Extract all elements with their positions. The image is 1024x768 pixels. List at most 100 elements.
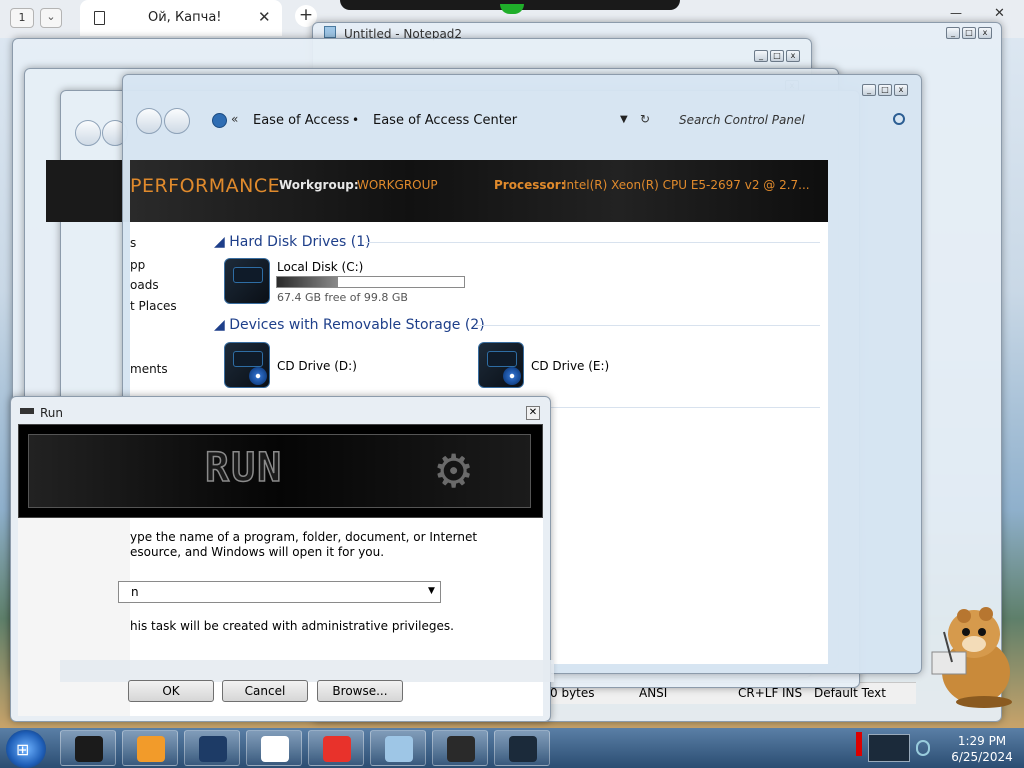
gear-icon: ⚙	[433, 444, 475, 498]
computer-icon	[509, 736, 537, 762]
minimize-button[interactable]: _	[754, 50, 768, 62]
nav-item[interactable]: s	[130, 236, 136, 250]
run-title: Run	[40, 406, 64, 420]
taskbar-item-media[interactable]	[122, 730, 178, 766]
taskbar-item-notepad2[interactable]	[370, 730, 426, 766]
drive-c-name[interactable]: Local Disk (C:)	[277, 260, 363, 274]
yandex-browser-icon	[261, 736, 289, 762]
notepad2-icon	[385, 736, 413, 762]
app-tray-icon[interactable]	[916, 740, 930, 756]
ok-button[interactable]: OK	[128, 680, 214, 702]
breadcrumb-ease-of-access[interactable]: Ease of Access	[253, 113, 349, 128]
tab-close-icon[interactable]: ✕	[258, 8, 271, 26]
notepad-caption-buttons: _ □ x	[946, 27, 992, 39]
group-divider	[365, 242, 820, 243]
refresh-icon[interactable]: ↻	[640, 112, 650, 126]
cancel-button[interactable]: Cancel	[222, 680, 308, 702]
run-icon	[447, 736, 475, 762]
breadcrumb-overflow-icon[interactable]: «	[231, 112, 238, 126]
network-tray-icon[interactable]	[868, 734, 910, 762]
edition-label: PERFORMANCE	[130, 175, 281, 197]
group-title: Devices with Removable Storage (2)	[229, 317, 485, 333]
status-eol: CR+LF	[738, 686, 779, 700]
status-size: 0 bytes	[550, 686, 595, 700]
run-open-combobox[interactable]	[118, 581, 441, 603]
run-open-value[interactable]: n	[131, 585, 139, 599]
taskbar-item-yandex-browser[interactable]	[246, 730, 302, 766]
tab-title: Ой, Капча!	[148, 10, 222, 25]
close-button[interactable]: x	[894, 84, 908, 96]
browser-close-button[interactable]: ✕	[994, 6, 1005, 21]
control-panel-caption-buttons: _ □ x	[862, 84, 908, 96]
nav-item-documents[interactable]: ments	[130, 362, 168, 376]
breadcrumb-ease-of-access-center[interactable]: Ease of Access Center	[373, 113, 517, 128]
clock-date[interactable]: 6/25/2024	[946, 750, 1018, 764]
drive-c-usage-fill	[277, 277, 338, 287]
search-icon[interactable]	[893, 113, 905, 125]
breadcrumb-separator: •	[352, 113, 360, 127]
workgroup-label: Workgroup:	[279, 178, 359, 192]
nav-item-downloads[interactable]: oads	[130, 278, 159, 292]
clock-time[interactable]: 1:29 PM	[946, 734, 1018, 748]
minimize-button[interactable]: _	[862, 84, 876, 96]
address-dropdown-icon[interactable]: ▼	[620, 114, 628, 125]
taskbar-item-run[interactable]	[432, 730, 488, 766]
run-description-line1: ype the name of a program, folder, docum…	[130, 530, 478, 544]
nav-item-recent-places[interactable]: t Places	[130, 299, 177, 313]
minimize-button[interactable]: _	[946, 27, 960, 39]
background-banner	[46, 160, 130, 222]
taskbar-item-globe[interactable]	[184, 730, 240, 766]
drive-c-free-space: 67.4 GB free of 99.8 GB	[277, 291, 408, 304]
run-body-left	[18, 518, 130, 716]
group-removable-storage[interactable]: ◢ Devices with Removable Storage (2)	[214, 317, 485, 333]
taskbar-item-computer[interactable]	[494, 730, 550, 766]
maximize-button[interactable]: □	[878, 84, 892, 96]
close-button[interactable]: x	[978, 27, 992, 39]
globe-icon	[199, 736, 227, 762]
tray-indicator	[856, 732, 862, 756]
drive-d-name[interactable]: CD Drive (D:)	[277, 359, 357, 373]
notepad-icon	[324, 26, 336, 38]
processor-label: Processor:	[494, 178, 566, 192]
hamster-gadget-icon[interactable]	[924, 602, 1020, 708]
run-logo: RUN	[204, 444, 284, 492]
status-encoding: ANSI	[639, 686, 668, 700]
combo-dropdown-icon[interactable]: ▼	[428, 586, 435, 596]
run-close-button[interactable]: ✕	[526, 406, 540, 420]
navigation-pane: s pp oads t Places ments	[130, 232, 190, 382]
search-input[interactable]: Search Control Panel	[679, 113, 805, 127]
group-title: Hard Disk Drives (1)	[229, 234, 371, 250]
forward-button[interactable]	[164, 108, 190, 134]
taskbar-item-yandex[interactable]	[308, 730, 364, 766]
media-icon	[137, 736, 165, 762]
group-divider	[475, 325, 820, 326]
maximize-button[interactable]: □	[770, 50, 784, 62]
browser-minimize-button[interactable]: —	[950, 6, 962, 20]
status-mode: INS	[782, 686, 803, 700]
nav-item[interactable]: pp	[130, 258, 145, 272]
yandex-icon	[323, 736, 351, 762]
tab-counter-button[interactable]: 1	[10, 8, 34, 28]
cd-drive-icon[interactable]	[478, 342, 524, 388]
cd-drive-icon[interactable]	[224, 342, 270, 388]
run-admin-note: his task will be created with administra…	[130, 619, 454, 633]
windows-logo-icon: ⊞	[16, 740, 30, 759]
explorer-icon	[75, 736, 103, 762]
taskbar-item-explorer[interactable]	[60, 730, 116, 766]
status-scheme: Default Text	[814, 686, 886, 700]
back-button[interactable]	[136, 108, 162, 134]
close-button[interactable]: x	[786, 50, 800, 62]
tab-list-chevron-icon[interactable]: ⌄	[40, 8, 62, 28]
processor-value: Intel(R) Xeon(R) CPU E5-2697 v2 @ 2.7...	[563, 178, 810, 192]
drive-e-name[interactable]: CD Drive (E:)	[531, 359, 609, 373]
back-button[interactable]	[75, 120, 101, 146]
run-description-line2: esource, and Windows will open it for yo…	[130, 545, 385, 559]
window-edge	[60, 660, 554, 682]
window-1-caption-buttons: _ □ x	[754, 50, 800, 62]
ease-of-access-icon	[212, 113, 227, 128]
browse-button[interactable]: Browse...	[317, 680, 403, 702]
run-icon	[20, 408, 34, 414]
hard-drive-icon[interactable]	[224, 258, 270, 304]
group-hard-disk-drives[interactable]: ◢ Hard Disk Drives (1)	[214, 234, 371, 250]
maximize-button[interactable]: □	[962, 27, 976, 39]
